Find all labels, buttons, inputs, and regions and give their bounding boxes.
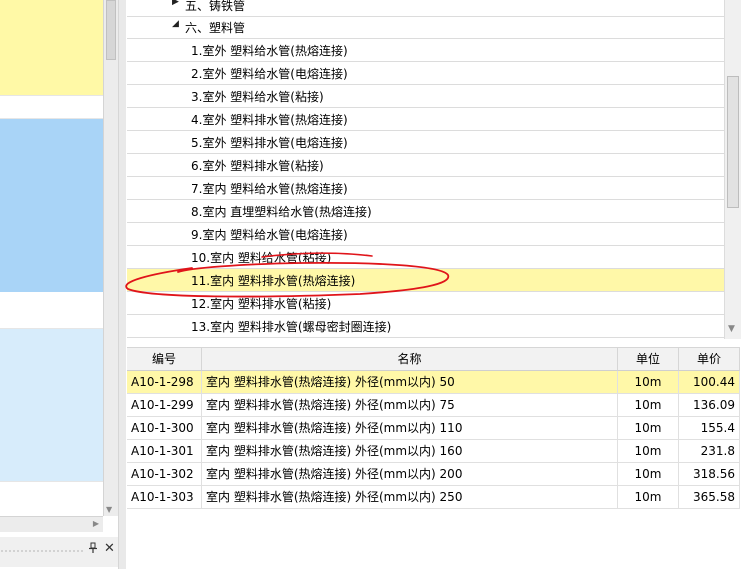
table-row[interactable]: A10-1-302 室内 塑料排水管(热熔连接) 外径(mm以内) 200 10m 3…: [127, 463, 740, 486]
cell-price: 136.09: [679, 394, 740, 416]
tree-item[interactable]: 6.室外 塑料排水管(粘接): [127, 154, 724, 177]
cell-unit: 10m: [618, 486, 679, 508]
tree-item-label: 10.室内 塑料给水管(粘接): [191, 251, 332, 265]
tree-item-label: 9.室内 塑料给水管(电熔连接): [191, 228, 348, 242]
cell-price: 155.4: [679, 417, 740, 439]
triangle-down-icon[interactable]: ◢: [172, 19, 179, 29]
tree-item[interactable]: 9.室内 塑料给水管(电熔连接): [127, 223, 724, 246]
cell-price: 318.56: [679, 463, 740, 485]
tree-item[interactable]: 10.室内 塑料给水管(粘接): [127, 246, 724, 269]
triangle-right-icon[interactable]: ▶: [172, 0, 179, 7]
left-band-white-2[interactable]: [0, 292, 103, 329]
close-icon[interactable]: ✕: [104, 541, 115, 556]
tree-item[interactable]: 4.室外 塑料排水管(热熔连接): [127, 108, 724, 131]
cell-unit: 10m: [618, 394, 679, 416]
tree-item-label: 3.室外 塑料给水管(粘接): [191, 90, 324, 104]
tree-item-label: 12.室内 塑料排水管(粘接): [191, 297, 332, 311]
cell-name: 室内 塑料排水管(热熔连接) 外径(mm以内) 110: [202, 417, 618, 439]
cell-code: A10-1-301: [127, 440, 202, 462]
table-row[interactable]: A10-1-300 室内 塑料排水管(热熔连接) 外径(mm以内) 110 10m 1…: [127, 417, 740, 440]
cell-unit: 10m: [618, 463, 679, 485]
scroll-down-arrow-icon[interactable]: ▼: [106, 505, 112, 514]
tree-item-label: 7.室内 塑料给水管(热熔连接): [191, 182, 348, 196]
tree-item-label: 6.室外 塑料排水管(粘接): [191, 159, 324, 173]
table-row[interactable]: A10-1-301 室内 塑料排水管(热熔连接) 外径(mm以内) 160 10m 2…: [127, 440, 740, 463]
left-scroll-thumb[interactable]: [106, 0, 116, 60]
column-header-unit[interactable]: 单位: [618, 347, 679, 371]
table-row[interactable]: A10-1-298 室内 塑料排水管(热熔连接) 外径(mm以内) 50 10m 10…: [127, 371, 740, 394]
catalog-tree: ▶ 五、铸铁管 ◢ 六、塑料管 1.室外 塑料给水管(热熔连接) 2.室外 塑料给水管(电…: [127, 0, 724, 339]
cell-name: 室内 塑料排水管(热熔连接) 外径(mm以内) 200: [202, 463, 618, 485]
tree-item-label: 1.室外 塑料给水管(热熔连接): [191, 44, 348, 58]
tree-item[interactable]: 2.室外 塑料给水管(电熔连接): [127, 62, 724, 85]
tree-vertical-scrollbar[interactable]: ▼: [724, 0, 741, 339]
column-header-name[interactable]: 名称: [202, 347, 618, 371]
scroll-right-arrow-icon[interactable]: ▶: [93, 519, 99, 528]
left-band-blue[interactable]: [0, 119, 103, 292]
scroll-down-arrow-icon[interactable]: ▼: [728, 324, 735, 334]
drag-grip[interactable]: [0, 549, 84, 553]
tree-item[interactable]: 12.室内 塑料排水管(粘接): [127, 292, 724, 315]
left-band-white-1[interactable]: [0, 95, 103, 119]
cell-code: A10-1-299: [127, 394, 202, 416]
column-header-price[interactable]: 单价: [679, 347, 740, 371]
left-vertical-scrollbar[interactable]: ▼: [103, 0, 118, 516]
tree-item[interactable]: 13.室内 塑料排水管(螺母密封圈连接): [127, 315, 724, 338]
cell-unit: 10m: [618, 417, 679, 439]
tree-scroll-thumb[interactable]: [727, 76, 739, 208]
cell-unit: 10m: [618, 440, 679, 462]
left-panel-footer: ✕: [0, 537, 118, 567]
table-row[interactable]: A10-1-299 室内 塑料排水管(热熔连接) 外径(mm以内) 75 10m 13…: [127, 394, 740, 417]
left-band-white-3[interactable]: [0, 481, 103, 516]
cell-code: A10-1-298: [127, 371, 202, 393]
cell-code: A10-1-300: [127, 417, 202, 439]
left-band-lightblue[interactable]: [0, 329, 103, 481]
cell-price: 100.44: [679, 371, 740, 393]
tree-item-label: 2.室外 塑料给水管(电熔连接): [191, 67, 348, 81]
tree-item-label: 五、铸铁管: [185, 0, 246, 13]
cell-name: 室内 塑料排水管(热熔连接) 外径(mm以内) 250: [202, 486, 618, 508]
cell-code: A10-1-302: [127, 463, 202, 485]
tree-item-label: 5.室外 塑料排水管(电熔连接): [191, 136, 348, 150]
tree-item[interactable]: ◢ 六、塑料管: [127, 16, 724, 39]
column-header-code[interactable]: 编号: [127, 347, 202, 371]
cell-name: 室内 塑料排水管(热熔连接) 外径(mm以内) 50: [202, 371, 618, 393]
left-horizontal-scrollbar[interactable]: ▶: [0, 516, 103, 532]
tree-item-label: 11.室内 塑料排水管(热熔连接): [191, 274, 356, 288]
cell-price: 231.8: [679, 440, 740, 462]
tree-item[interactable]: 7.室内 塑料给水管(热熔连接): [127, 177, 724, 200]
cell-code: A10-1-303: [127, 486, 202, 508]
item-table: 编号 名称 单位 单价 A10-1-298 室内 塑料排水管(热熔连接) 外径(m…: [127, 347, 740, 509]
panel-splitter[interactable]: [118, 0, 126, 569]
left-band-yellow[interactable]: [0, 0, 103, 95]
tree-item[interactable]: 11.室内 塑料排水管(热熔连接): [127, 269, 724, 292]
tree-item[interactable]: 5.室外 塑料排水管(电熔连接): [127, 131, 724, 154]
table-row[interactable]: A10-1-303 室内 塑料排水管(热熔连接) 外径(mm以内) 250 10m 3…: [127, 486, 740, 509]
tree-item-label: 13.室内 塑料排水管(螺母密封圈连接): [191, 320, 392, 334]
tree-item-label: 8.室内 直埋塑料给水管(热熔连接): [191, 205, 372, 219]
cell-unit: 10m: [618, 371, 679, 393]
tree-item[interactable]: 3.室外 塑料给水管(粘接): [127, 85, 724, 108]
tree-item-label: 4.室外 塑料排水管(热熔连接): [191, 113, 348, 127]
tree-item[interactable]: ▶ 五、铸铁管: [127, 0, 724, 17]
cell-name: 室内 塑料排水管(热熔连接) 外径(mm以内) 75: [202, 394, 618, 416]
pin-icon[interactable]: [88, 542, 98, 557]
tree-item[interactable]: 8.室内 直埋塑料给水管(热熔连接): [127, 200, 724, 223]
tree-item-label: 六、塑料管: [185, 21, 246, 35]
cell-name: 室内 塑料排水管(热熔连接) 外径(mm以内) 160: [202, 440, 618, 462]
tree-item[interactable]: 1.室外 塑料给水管(热熔连接): [127, 39, 724, 62]
left-panel: ▼ ▶ ✕: [0, 0, 118, 569]
cell-price: 365.58: [679, 486, 740, 508]
